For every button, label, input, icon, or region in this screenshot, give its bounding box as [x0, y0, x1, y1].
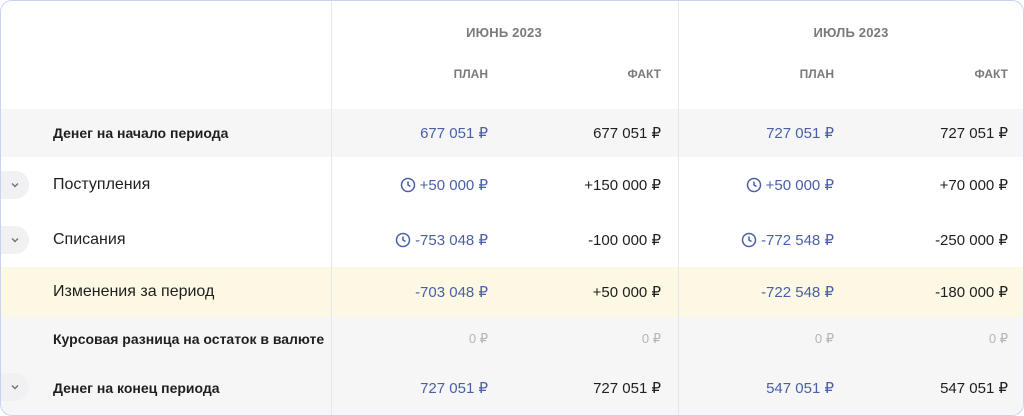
expand-expenses-button[interactable] — [1, 226, 29, 254]
column-header-jul-plan: ПЛАН — [799, 67, 834, 81]
cell-jun-plan[interactable]: 0 ₽ — [318, 317, 488, 361]
cell-jun-fact[interactable]: 0 ₽ — [491, 317, 661, 361]
cell-jun-plan[interactable]: +50 000 ₽ — [318, 157, 488, 213]
cell-value: +50 000 ₽ — [765, 177, 834, 194]
cell-jun-fact[interactable]: 727 051 ₽ — [491, 361, 661, 415]
cell-value: -772 548 ₽ — [761, 232, 834, 249]
table-row-expenses: Списания -753 048 ₽ -100 000 ₽ -772 548 … — [1, 213, 1023, 267]
cashflow-table: ИЮНЬ 2023 ИЮЛЬ 2023 ПЛАН ФАКТ ПЛАН ФАКТ … — [0, 0, 1024, 416]
row-label: Денег на конец периода — [53, 380, 220, 396]
chevron-down-icon — [11, 183, 19, 188]
column-header-jun-plan: ПЛАН — [453, 67, 488, 81]
cell-jun-plan[interactable]: 677 051 ₽ — [318, 109, 488, 157]
chevron-down-icon — [11, 238, 19, 243]
row-label: Списания — [53, 231, 126, 248]
row-label: Поступления — [53, 176, 151, 193]
chevron-down-icon — [11, 385, 19, 390]
clock-icon — [741, 232, 757, 248]
expand-income-button[interactable] — [1, 171, 29, 199]
cell-jul-plan[interactable]: 547 051 ₽ — [664, 361, 834, 415]
cell-jun-fact[interactable]: +50 000 ₽ — [491, 267, 661, 317]
cell-jun-fact[interactable]: -100 000 ₽ — [491, 213, 661, 267]
cell-value: -753 048 ₽ — [415, 232, 488, 249]
month-header-june: ИЮНЬ 2023 — [466, 25, 542, 40]
row-label: Изменения за период — [53, 283, 215, 300]
clock-icon — [395, 232, 411, 248]
cell-jul-fact[interactable]: -180 000 ₽ — [838, 267, 1008, 317]
month-header-july: ИЮЛЬ 2023 — [813, 25, 889, 40]
cell-jul-plan[interactable]: -722 548 ₽ — [664, 267, 834, 317]
table-row-period-change: Изменения за период -703 048 ₽ +50 000 ₽… — [1, 267, 1023, 317]
cell-jul-fact[interactable]: -250 000 ₽ — [838, 213, 1008, 267]
clock-icon — [400, 177, 415, 193]
table-row-opening-balance: Денег на начало периода 677 051 ₽ 677 05… — [1, 109, 1023, 157]
row-label: Курсовая разница на остаток в валюте — [53, 331, 325, 347]
cell-jun-fact[interactable]: 677 051 ₽ — [491, 109, 661, 157]
clock-icon — [746, 177, 761, 193]
cell-jun-fact[interactable]: +150 000 ₽ — [491, 157, 661, 213]
column-divider — [678, 1, 679, 415]
table-header: ИЮНЬ 2023 ИЮЛЬ 2023 ПЛАН ФАКТ ПЛАН ФАКТ — [1, 1, 1023, 109]
column-header-jun-fact: ФАКТ — [627, 67, 661, 81]
table-row-fx-difference: Курсовая разница на остаток в валюте 0 ₽… — [1, 317, 1023, 361]
cell-jun-plan[interactable]: -703 048 ₽ — [318, 267, 488, 317]
column-header-jul-fact: ФАКТ — [974, 67, 1008, 81]
cell-jun-plan[interactable]: 727 051 ₽ — [318, 361, 488, 415]
cell-jun-plan[interactable]: -753 048 ₽ — [318, 213, 488, 267]
cell-value: +50 000 ₽ — [419, 177, 488, 194]
table-row-closing-balance: Денег на конец периода 727 051 ₽ 727 051… — [1, 361, 1023, 415]
table-row-income: Поступления +50 000 ₽ +150 000 ₽ +50 000… — [1, 157, 1023, 213]
row-label: Денег на начало периода — [53, 125, 229, 141]
cell-jul-fact[interactable]: 547 051 ₽ — [838, 361, 1008, 415]
cell-jul-plan[interactable]: 727 051 ₽ — [664, 109, 834, 157]
cell-jul-plan[interactable]: +50 000 ₽ — [664, 157, 834, 213]
expand-closing-button[interactable] — [1, 373, 29, 401]
column-divider — [331, 1, 332, 415]
cell-jul-fact[interactable]: +70 000 ₽ — [838, 157, 1008, 213]
cell-jul-fact[interactable]: 727 051 ₽ — [838, 109, 1008, 157]
cell-jul-fact[interactable]: 0 ₽ — [838, 317, 1008, 361]
cell-jul-plan[interactable]: 0 ₽ — [664, 317, 834, 361]
cell-jul-plan[interactable]: -772 548 ₽ — [664, 213, 834, 267]
